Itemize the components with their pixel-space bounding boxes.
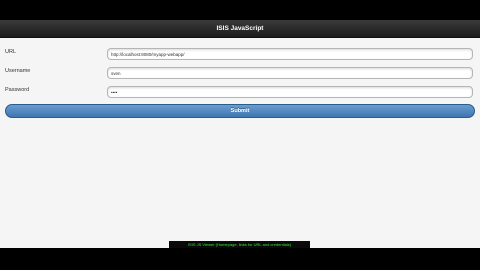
username-row: Username [0, 67, 480, 81]
password-input[interactable] [107, 86, 473, 98]
video-frame: ISIS JavaScript URL Username Password Su… [0, 0, 480, 270]
url-input[interactable] [107, 48, 473, 60]
username-label: Username [5, 68, 31, 74]
username-input[interactable] [107, 67, 473, 79]
app-title: ISIS JavaScript [0, 20, 480, 38]
video-caption: ISIS JS Viewer (Homepage, links for URL … [169, 241, 310, 248]
app-window: ISIS JavaScript URL Username Password Su… [0, 20, 480, 248]
password-label: Password [5, 87, 30, 93]
url-row: URL [0, 48, 480, 62]
submit-button[interactable]: Submit [5, 104, 475, 118]
url-label: URL [5, 49, 17, 55]
password-row: Password [0, 86, 480, 100]
